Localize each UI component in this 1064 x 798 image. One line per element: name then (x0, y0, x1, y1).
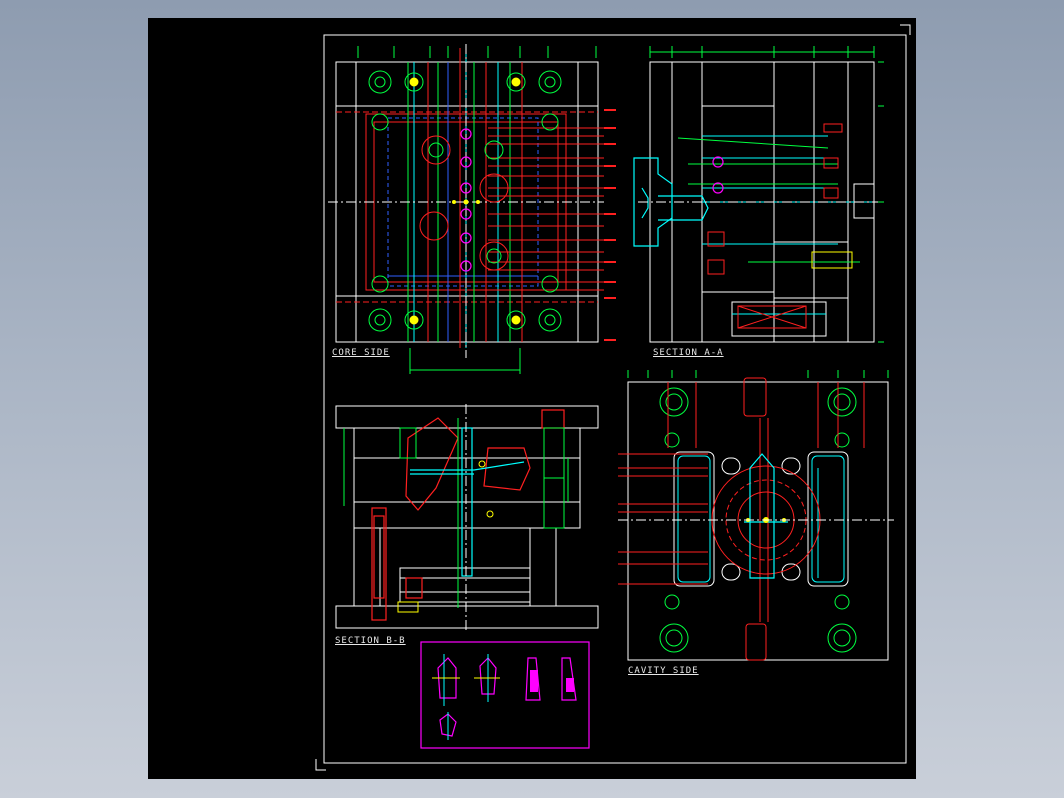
section-bb-title: SECTION B-B (335, 636, 406, 646)
section-aa-title: SECTION A-A (653, 348, 724, 358)
cavity-side-title: CAVITY SIDE (628, 666, 699, 676)
core-side-title: CORE SIDE (332, 348, 390, 358)
ejector-detail-icon (420, 641, 590, 749)
drawing-frame (315, 24, 911, 771)
core-side-view (328, 44, 616, 374)
section-aa-view (633, 46, 884, 343)
cad-drawing (315, 24, 911, 771)
section-bb-view (335, 404, 599, 632)
cavity-side-view (618, 370, 894, 661)
cad-viewport[interactable]: CORE SIDE SECTION A-A SECTION B-B CAVITY… (148, 18, 916, 779)
